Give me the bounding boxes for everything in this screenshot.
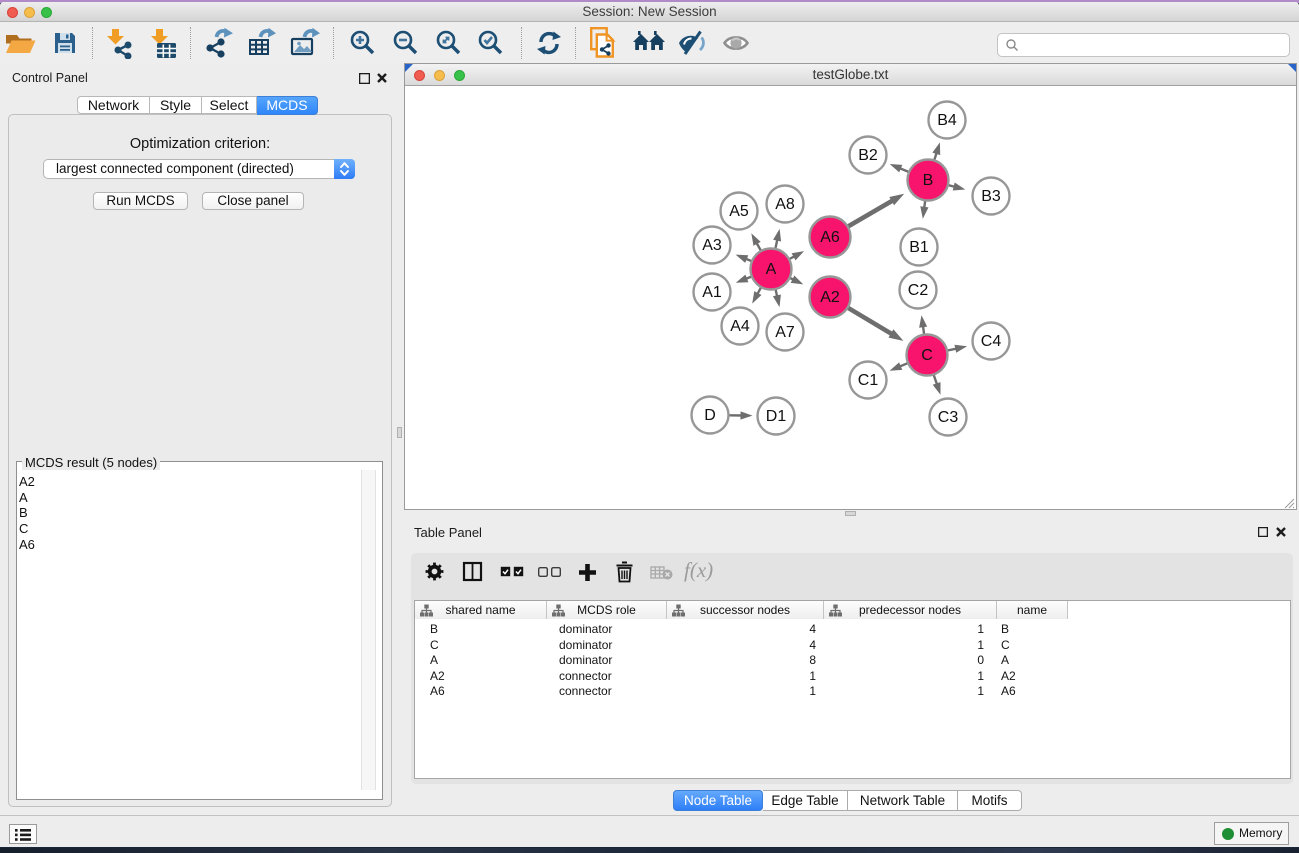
svg-text:A4: A4 <box>730 318 750 335</box>
svg-text:A6: A6 <box>820 229 840 246</box>
svg-text:B2: B2 <box>858 147 878 164</box>
svg-text:C3: C3 <box>938 409 959 426</box>
svg-text:C2: C2 <box>908 282 929 299</box>
svg-text:A5: A5 <box>729 203 749 220</box>
svg-text:C1: C1 <box>858 372 879 389</box>
svg-text:A: A <box>766 261 777 278</box>
svg-text:B1: B1 <box>909 239 929 256</box>
svg-text:A8: A8 <box>775 196 795 213</box>
svg-text:D: D <box>704 407 716 424</box>
svg-text:A7: A7 <box>775 324 795 341</box>
svg-text:B4: B4 <box>937 112 957 129</box>
svg-text:A1: A1 <box>702 284 722 301</box>
svg-text:A3: A3 <box>702 237 722 254</box>
svg-text:C4: C4 <box>981 333 1002 350</box>
svg-text:B3: B3 <box>981 188 1001 205</box>
svg-text:C: C <box>921 347 933 364</box>
svg-text:B: B <box>923 172 934 189</box>
svg-text:A2: A2 <box>820 289 840 306</box>
svg-text:D1: D1 <box>766 408 787 425</box>
